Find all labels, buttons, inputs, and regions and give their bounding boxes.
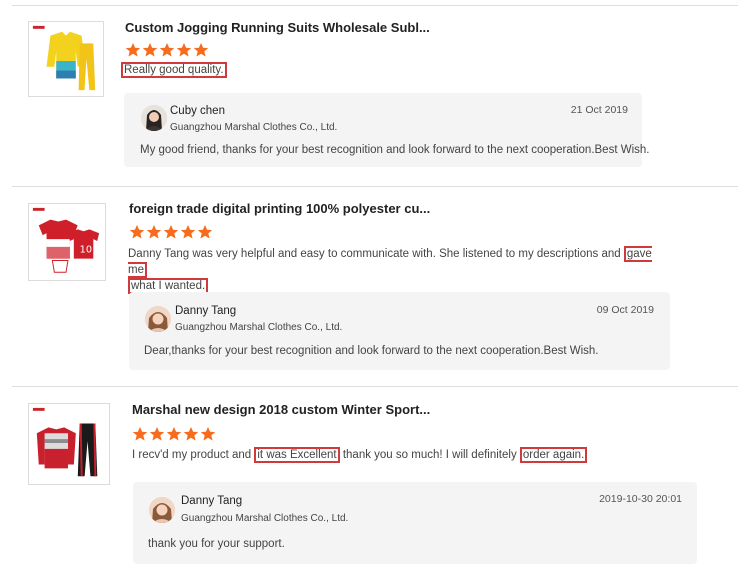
product-title[interactable]: Marshal new design 2018 custom Winter Sp…	[132, 402, 430, 417]
product-thumbnail[interactable]	[28, 403, 110, 485]
review-text: I recv'd my product and it was Excellent…	[132, 447, 732, 463]
review-text: Danny Tang was very helpful and easy to …	[128, 246, 668, 294]
star-icon	[193, 43, 209, 57]
reply-author-name: Danny Tang	[181, 495, 243, 507]
star-icon	[132, 427, 148, 441]
reply-date: 21 Oct 2019	[570, 104, 628, 116]
star-icon	[125, 43, 141, 57]
star-icon	[183, 427, 199, 441]
star-icon	[197, 225, 213, 239]
winter-tracksuit-image	[29, 404, 109, 484]
star-rating	[132, 426, 216, 442]
star-icon	[142, 43, 158, 57]
star-icon	[166, 427, 182, 441]
review-divider	[12, 386, 738, 387]
review-text-segment: thank you so much! I will definitely	[339, 449, 520, 461]
star-icon	[159, 43, 175, 57]
reply-company: Guangzhou Marshal Clothes Co., Ltd.	[170, 122, 338, 133]
avatar	[145, 306, 171, 332]
reply-message: My good friend, thanks for your best rec…	[140, 144, 650, 156]
seller-reply: Cuby chen Guangzhou Marshal Clothes Co.,…	[124, 93, 649, 167]
product-title[interactable]: foreign trade digital printing 100% poly…	[129, 201, 430, 216]
review-highlight: Really good quality.	[121, 62, 227, 78]
seller-reply: Danny Tang Guangzhou Marshal Clothes Co.…	[133, 482, 697, 564]
reply-message: thank you for your support.	[148, 538, 285, 550]
star-rating	[129, 224, 213, 240]
top-divider	[12, 5, 738, 6]
reply-date: 09 Oct 2019	[596, 304, 654, 316]
product-thumbnail[interactable]: 10	[28, 203, 106, 281]
reply-author-name: Danny Tang	[175, 305, 237, 317]
avatar	[141, 105, 167, 131]
avatar	[149, 497, 175, 523]
reply-company: Guangzhou Marshal Clothes Co., Ltd.	[175, 322, 343, 333]
review-divider	[12, 186, 738, 187]
star-icon	[180, 225, 196, 239]
reply-date: 2019-10-30 20:01	[599, 493, 682, 505]
tracksuit-yellow-image	[29, 22, 103, 96]
review-text-segment: I recv'd my product and	[132, 449, 255, 461]
review-text-segment: Danny Tang was very helpful and easy to …	[128, 248, 624, 260]
reply-message: Dear,thanks for your best recognition an…	[144, 345, 599, 357]
svg-text:10: 10	[80, 245, 92, 256]
star-icon	[146, 225, 162, 239]
star-icon	[149, 427, 165, 441]
star-icon	[176, 43, 192, 57]
seller-reply: Danny Tang Guangzhou Marshal Clothes Co.…	[129, 292, 670, 370]
reply-company: Guangzhou Marshal Clothes Co., Ltd.	[181, 513, 349, 524]
product-title[interactable]: Custom Jogging Running Suits Wholesale S…	[125, 20, 430, 35]
star-icon	[129, 225, 145, 239]
product-thumbnail[interactable]	[28, 21, 104, 97]
star-icon	[163, 225, 179, 239]
reply-author-name: Cuby chen	[170, 105, 225, 117]
review-text: Really good quality.	[121, 62, 641, 78]
star-icon	[200, 427, 216, 441]
soccer-uniform-image: 10	[29, 204, 105, 280]
review-highlight: it was Excellent	[254, 447, 340, 463]
star-rating	[125, 42, 209, 58]
review-highlight: order again.	[519, 447, 588, 463]
